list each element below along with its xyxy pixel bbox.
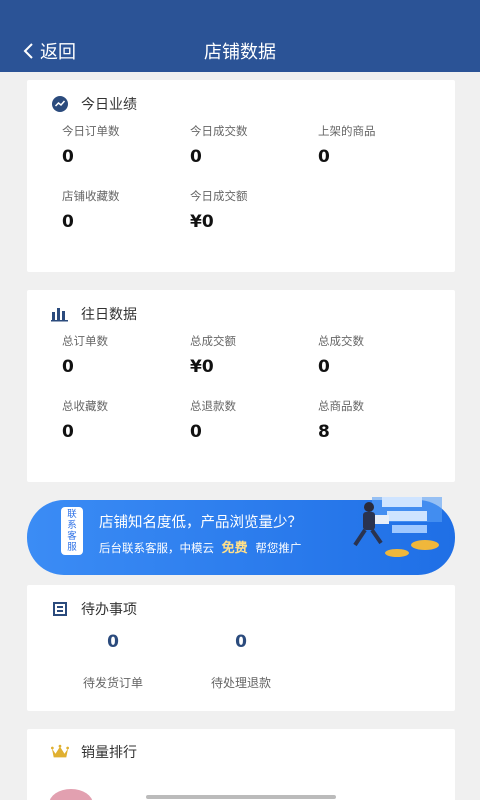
today-title: 今日业绩 [81,97,137,113]
todo-count: 0 [235,632,247,652]
stat-value: 0 [190,147,202,167]
top-bar: 返回 店铺数据 [0,0,480,72]
banner-subline: 后台联系客服，中模云 免费 帮您推广 [99,537,301,556]
product-thumbnail[interactable] [49,789,93,800]
stat-value: ¥0 [190,357,214,377]
stat-label: 今日订单数 [62,124,120,138]
stat-value: 0 [318,147,330,167]
stat-store-favorites: 店铺收藏数 0 [62,188,182,232]
stat-value: 0 [190,422,202,442]
stat-label: 总退款数 [190,399,236,413]
todo-list-icon [51,600,69,618]
stat-label: 上架的商品 [318,124,376,138]
stat-label: 今日成交数 [190,124,248,138]
stat-value: 8 [318,422,330,442]
todo-label: 待发货订单 [82,676,143,690]
stat-total-orders: 总订单数 0 [62,333,182,377]
stat-label: 总商品数 [318,399,364,413]
ranking-header: 销量排行 [51,742,137,762]
today-header: 今日业绩 [51,94,137,114]
todo-count: 0 [107,632,119,652]
todo-title: 待办事项 [81,602,137,618]
promo-banner[interactable]: 联系客服 店铺知名度低，产品浏览量少？ 后台联系客服，中模云 免费 帮您推广 [27,472,455,575]
crown-icon [51,743,69,761]
stat-label: 总成交数 [318,334,364,348]
trend-icon [51,95,69,113]
page-title: 店铺数据 [204,42,276,63]
stat-value: 0 [62,357,74,377]
stat-label: 总收藏数 [62,399,108,413]
stat-total-favorites: 总收藏数 0 [62,398,182,442]
stat-today-revenue: 今日成交额 ¥0 [190,188,310,232]
todo-header: 待办事项 [51,599,137,619]
scroll-indicator[interactable] [146,795,336,799]
stat-value: 0 [62,147,74,167]
stat-total-refunds: 总退款数 0 [190,398,310,442]
today-performance-card: 今日业绩 今日订单数 0 今日成交数 0 上架的商品 0 店铺收藏数 0 今日成… [27,80,455,272]
bar-chart-icon [51,305,69,323]
todo-label: 待处理退款 [210,676,271,690]
stat-value: 0 [62,212,74,232]
sales-ranking-card: 销量排行 [27,729,455,800]
stat-value: 0 [62,422,74,442]
stat-value: ¥0 [190,212,214,232]
banner-illustration [27,472,455,575]
stat-today-orders: 今日订单数 0 [62,123,182,167]
stat-value: 0 [318,357,330,377]
stat-total-deals: 总成交数 0 [318,333,438,377]
stat-total-revenue: 总成交额 ¥0 [190,333,310,377]
contact-badge-text: 联系客服 [67,509,77,553]
history-title: 往日数据 [81,307,137,323]
todo-pending-shipment[interactable]: 0 待发货订单 [43,632,183,691]
banner-free-tag: 免费 [221,541,248,556]
stat-today-deals: 今日成交数 0 [190,123,310,167]
stat-label: 店铺收藏数 [62,189,120,203]
todo-card: 待办事项 0 待发货订单 0 待处理退款 [27,585,455,711]
stat-listed-products: 上架的商品 0 [318,123,438,167]
banner-subline-prefix: 后台联系客服，中模云 [99,541,214,555]
contact-badge[interactable]: 联系客服 [61,507,83,555]
ranking-title: 销量排行 [81,745,137,761]
todo-pending-refund[interactable]: 0 待处理退款 [171,632,311,691]
stat-total-products: 总商品数 8 [318,398,438,442]
banner-subline-suffix: 帮您推广 [255,541,302,555]
stat-label: 今日成交额 [190,189,248,203]
stat-label: 总成交额 [190,334,236,348]
history-header: 往日数据 [51,304,137,324]
stat-label: 总订单数 [62,334,108,348]
banner-headline: 店铺知名度低，产品浏览量少？ [99,515,302,531]
history-data-card: 往日数据 总订单数 0 总成交额 ¥0 总成交数 0 总收藏数 0 总退款数 0… [27,290,455,482]
